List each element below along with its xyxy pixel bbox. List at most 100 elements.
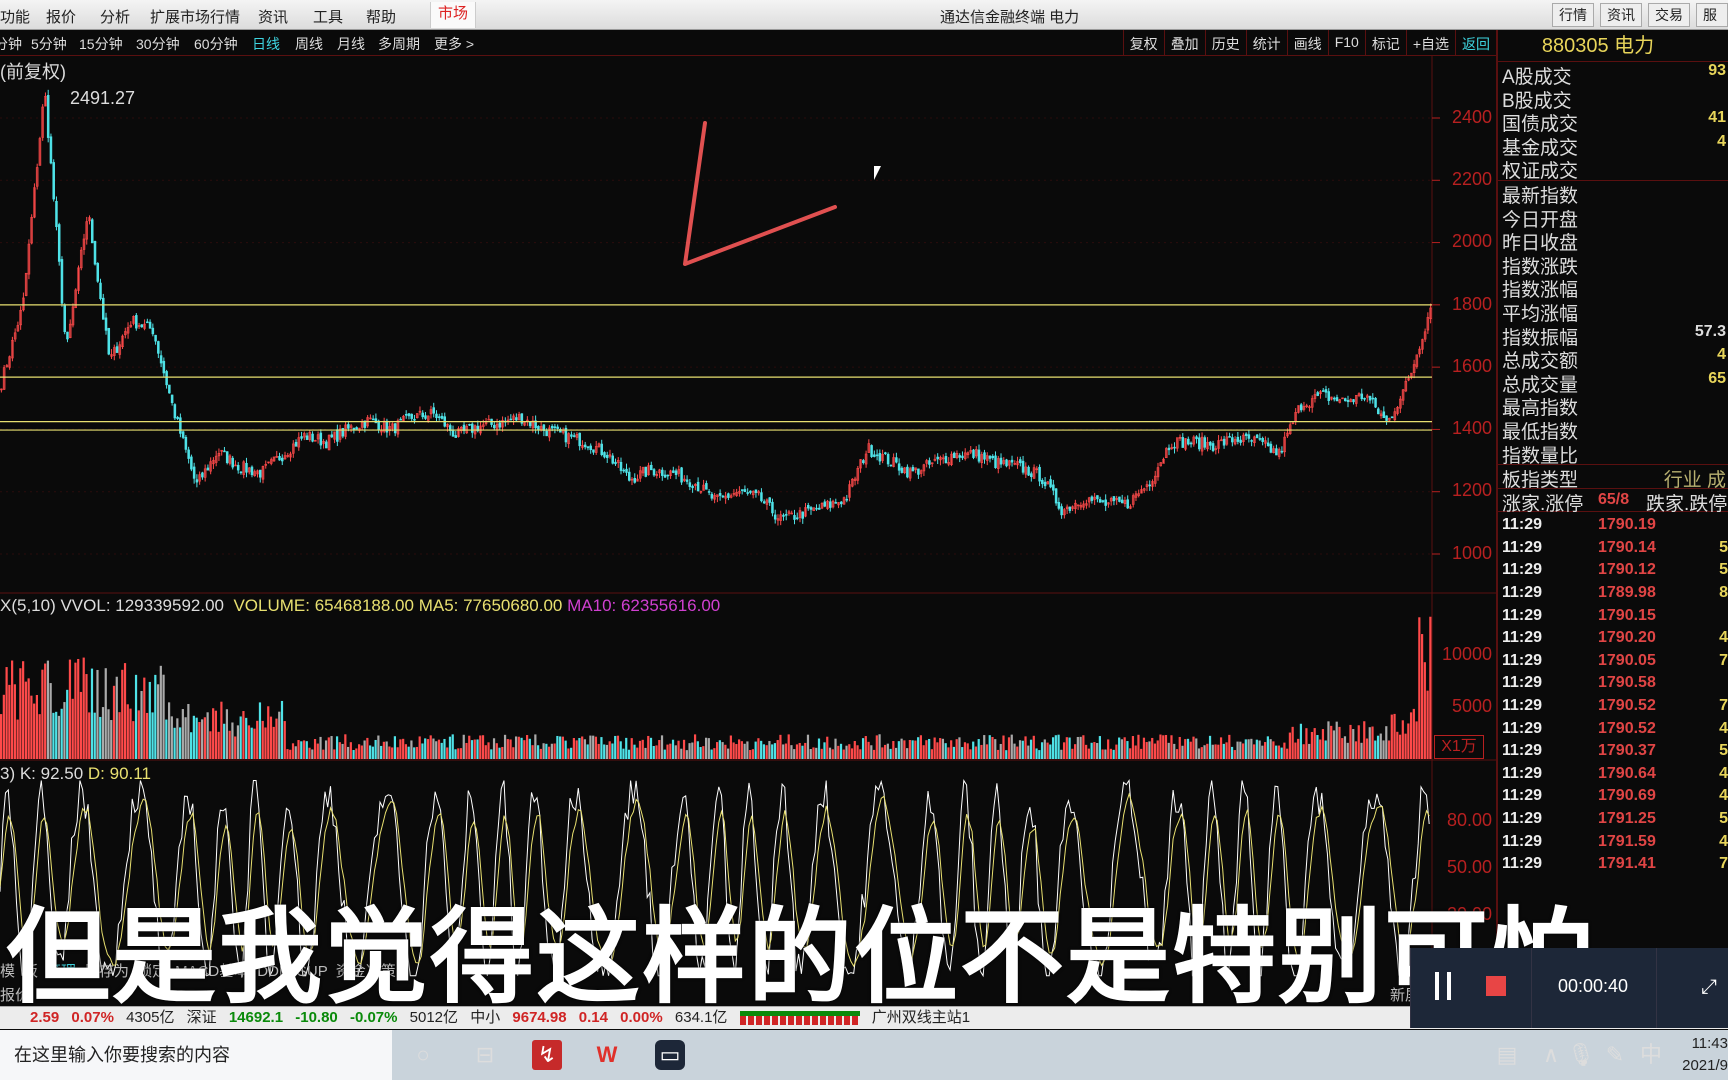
menu-help[interactable]: 帮助 <box>366 6 396 27</box>
tick-volume: 5 <box>1719 810 1728 827</box>
volume-bar <box>223 723 226 759</box>
volume-bar <box>528 738 531 759</box>
candle <box>107 327 111 355</box>
tray-chevron-icon[interactable]: ∧ <box>1536 1040 1566 1070</box>
volume-bar <box>928 738 931 759</box>
period-15min[interactable]: 15分钟 <box>79 34 123 54</box>
task-view-icon[interactable]: ⊟ <box>470 1040 500 1070</box>
candle <box>278 456 281 461</box>
tdx-app-icon[interactable]: ↯ <box>532 1040 562 1070</box>
volume-bar <box>801 745 804 759</box>
candle <box>911 466 915 472</box>
volume-bar <box>809 749 812 759</box>
volume-bar <box>994 739 997 759</box>
mark-button[interactable]: 标记 <box>1364 30 1406 56</box>
draw-button[interactable]: 画线 <box>1286 30 1328 56</box>
add-watchlist-button[interactable]: +自选 <box>1405 30 1455 56</box>
cortana-icon[interactable]: ○ <box>408 1040 438 1070</box>
volume-bar <box>870 745 873 759</box>
candle <box>545 430 548 437</box>
volume-bar <box>1029 739 1033 759</box>
adjust-button[interactable]: 复权 <box>1122 30 1164 56</box>
volume-bar <box>247 725 251 759</box>
period-30min[interactable]: 30分钟 <box>136 34 180 54</box>
volume-bar <box>1407 723 1410 759</box>
clock[interactable]: 11:43 2021/9 <box>1648 1033 1728 1077</box>
menu-tools[interactable]: 工具 <box>313 6 343 27</box>
microphone-icon[interactable]: 🎙 <box>1566 1040 1596 1070</box>
menu-analysis[interactable]: 分析 <box>100 6 130 27</box>
adjust-mode-label[interactable]: (前复权) <box>0 58 66 84</box>
quote-button[interactable]: 行情 <box>1552 3 1594 27</box>
volume-bar <box>432 738 435 759</box>
menu-market[interactable]: 市场 <box>430 2 477 28</box>
period-daily[interactable]: 日线 <box>252 34 280 54</box>
volume-bar <box>738 739 741 759</box>
volume-bar <box>399 739 402 759</box>
pen-icon[interactable]: ✎ <box>1600 1040 1630 1070</box>
service-button[interactable]: 服务 <box>1696 3 1728 45</box>
tick-list[interactable]: 11:29 1790.19 11:29 1790.14 5 11:29 1790.12 5 11… <box>1498 511 1728 878</box>
volume-bar <box>906 748 909 759</box>
period-more[interactable]: 更多 > <box>434 34 474 54</box>
period-1min[interactable]: 分钟 <box>0 34 22 54</box>
candle <box>999 457 1003 465</box>
kline-chart[interactable] <box>0 56 1496 986</box>
volume-bar <box>1057 734 1060 759</box>
news-button[interactable]: 资讯 <box>1600 3 1642 27</box>
volume-bar <box>793 749 796 759</box>
candle <box>410 413 413 419</box>
f10-button[interactable]: F10 <box>1327 30 1365 56</box>
pause-icon[interactable] <box>1435 972 1451 1000</box>
candle <box>1244 433 1248 436</box>
news-widget-icon[interactable]: ▤ <box>1492 1040 1522 1070</box>
volume-bar <box>297 740 300 759</box>
volume-bar <box>564 740 567 759</box>
volume-bar <box>99 716 102 759</box>
back-button[interactable]: 返回 <box>1455 30 1496 56</box>
volume-bar <box>319 736 322 759</box>
overlay-button[interactable]: 叠加 <box>1163 30 1205 56</box>
menu-extended-market[interactable]: 扩展市场行情 <box>150 6 240 27</box>
menu-function[interactable]: 功能 <box>0 6 30 27</box>
period-monthly[interactable]: 月线 <box>337 34 365 54</box>
volume-bar <box>1230 746 1234 759</box>
period-weekly[interactable]: 周线 <box>295 34 323 54</box>
ma5-value: MA5: 77650680.00 <box>418 596 563 615</box>
volume-bar <box>1423 662 1426 759</box>
taskbar-search[interactable]: 在这里输入你要搜索的内容 <box>0 1030 392 1080</box>
volume-bar <box>1046 742 1049 759</box>
volume-bar <box>1197 748 1201 759</box>
volume-bar <box>765 745 768 759</box>
trade-button[interactable]: 交易 <box>1648 3 1690 27</box>
volume-bar <box>1085 744 1088 759</box>
volume-bar <box>1346 742 1349 759</box>
candle <box>1112 496 1116 502</box>
volume-bar <box>341 743 344 759</box>
menu-quote[interactable]: 报价 <box>46 6 76 27</box>
tick-price: 1790.69 <box>1598 787 1656 805</box>
expand-icon[interactable]: ⤢ <box>1701 976 1717 999</box>
wps-icon[interactable]: W <box>592 1040 622 1070</box>
volume-bar <box>468 735 471 759</box>
volume-bar <box>46 660 50 759</box>
volume-bar <box>242 711 245 759</box>
volume-bar <box>24 681 27 759</box>
period-5min[interactable]: 5分钟 <box>31 34 67 54</box>
volume-bar <box>787 734 790 759</box>
stats-button[interactable]: 统计 <box>1245 30 1287 56</box>
candle <box>1377 408 1380 415</box>
volume-bar <box>170 716 173 759</box>
period-60min[interactable]: 60分钟 <box>194 34 238 54</box>
candle <box>336 429 339 442</box>
volume-bar <box>1264 742 1267 759</box>
stop-icon[interactable] <box>1486 976 1506 996</box>
period-multi[interactable]: 多周期 <box>378 34 420 54</box>
menu-news[interactable]: 资讯 <box>258 6 288 27</box>
history-button[interactable]: 历史 <box>1204 30 1246 56</box>
candle <box>622 469 626 472</box>
recorder-app-icon[interactable]: ▭ <box>655 1040 685 1070</box>
stat-row: B股成交 <box>1498 86 1728 112</box>
candle <box>319 432 323 446</box>
volume-bar <box>470 740 474 759</box>
